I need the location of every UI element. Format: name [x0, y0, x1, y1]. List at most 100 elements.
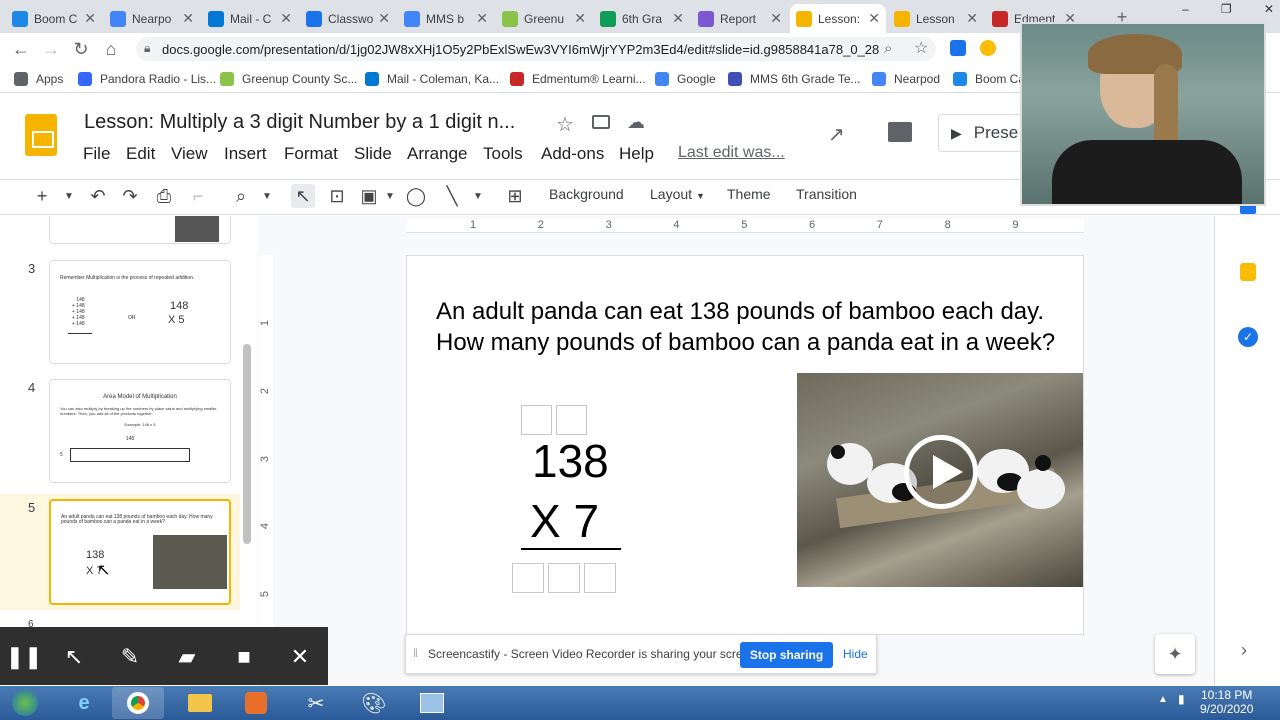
- webcam-overlay[interactable]: [1020, 22, 1266, 206]
- bookmark-item[interactable]: Boom Ca: [953, 70, 1025, 88]
- close-tab-icon[interactable]: ✕: [770, 10, 782, 27]
- stop-sharing-button[interactable]: Stop sharing: [740, 642, 833, 668]
- forward-icon[interactable]: →: [38, 36, 64, 62]
- zoom-icon[interactable]: ⌕: [884, 40, 892, 57]
- menu-arrange[interactable]: Arrange: [407, 144, 467, 164]
- bookmark-item[interactable]: Google: [655, 70, 716, 88]
- windows-start-icon[interactable]: [0, 687, 50, 719]
- menu-addons[interactable]: Add-ons: [541, 144, 604, 164]
- close-tab-icon[interactable]: ✕: [280, 10, 292, 27]
- close-tab-icon[interactable]: ✕: [476, 10, 488, 27]
- close-tab-icon[interactable]: ✕: [182, 10, 194, 27]
- layout-button[interactable]: Layout ▼: [650, 186, 705, 202]
- question-text[interactable]: An adult panda can eat 138 pounds of bam…: [436, 296, 1066, 358]
- theme-button[interactable]: Theme: [727, 186, 771, 202]
- transition-button[interactable]: Transition: [796, 186, 857, 202]
- address-bar[interactable]: 🔒︎ docs.google.com/presentation/d/1jg02J…: [136, 37, 936, 61]
- snipping-tool-icon[interactable]: ✂: [290, 687, 342, 719]
- zoom-dropdown-icon[interactable]: ▼: [255, 184, 279, 208]
- menu-slide[interactable]: Slide: [354, 144, 392, 164]
- minimize-icon[interactable]: –: [1182, 2, 1189, 18]
- internet-explorer-icon[interactable]: e: [58, 687, 110, 719]
- bookmark-item[interactable]: Greenup County Sc...: [220, 70, 357, 88]
- tasks-icon[interactable]: ✓: [1238, 327, 1258, 347]
- browser-tab[interactable]: MMS b ✕: [398, 4, 494, 33]
- bookmark-item[interactable]: Edmentum® Learni...: [510, 70, 646, 88]
- multiplicand[interactable]: 138: [532, 434, 609, 488]
- background-button[interactable]: Background: [549, 186, 624, 202]
- filmstrip-scrollbar[interactable]: [243, 344, 251, 544]
- keep-icon[interactable]: [1240, 263, 1256, 281]
- answer-box[interactable]: [548, 563, 580, 593]
- bookmark-star-icon[interactable]: ☆: [914, 38, 928, 58]
- line-icon[interactable]: ╲: [440, 184, 464, 208]
- regroup-box[interactable]: [556, 405, 587, 435]
- text-box-icon[interactable]: ⊡: [325, 184, 349, 208]
- control-panel-icon[interactable]: [406, 687, 458, 719]
- document-title[interactable]: Lesson: Multiply a 3 digit Number by a 1…: [84, 111, 515, 134]
- chrome-icon[interactable]: [112, 687, 164, 719]
- bookmark-item[interactable]: MMS 6th Grade Te...: [728, 70, 861, 88]
- browser-tab[interactable]: Classwo ✕: [300, 4, 396, 33]
- regroup-box[interactable]: [521, 405, 552, 435]
- browser-tab[interactable]: Greenu ✕: [496, 4, 592, 33]
- media-player-icon[interactable]: [230, 687, 282, 719]
- drag-handle-icon[interactable]: ‖: [413, 646, 418, 660]
- answer-box[interactable]: [512, 563, 544, 593]
- add-comment-icon[interactable]: ⊞: [503, 184, 527, 208]
- new-slide-dropdown-icon[interactable]: ▼: [57, 184, 81, 208]
- menu-tools[interactable]: Tools: [483, 144, 523, 164]
- camera-icon[interactable]: ■: [227, 640, 261, 674]
- browser-tab[interactable]: 6th Gra ✕: [594, 4, 690, 33]
- close-tab-icon[interactable]: ✕: [672, 10, 684, 27]
- comments-icon[interactable]: [888, 122, 912, 142]
- expand-panel-icon[interactable]: ›: [1241, 640, 1247, 661]
- close-window-icon[interactable]: ✕: [1264, 2, 1274, 18]
- home-icon[interactable]: ⌂: [98, 36, 124, 62]
- zoom-tool-icon[interactable]: ⌕: [229, 184, 253, 208]
- last-edit-link[interactable]: Last edit was...: [678, 144, 785, 162]
- move-folder-icon[interactable]: [592, 115, 610, 129]
- browser-tab[interactable]: Lesson ✕: [888, 4, 984, 33]
- bookmark-item[interactable]: Pandora Radio - Lis...: [78, 70, 216, 88]
- cloud-saved-icon[interactable]: ☁: [627, 112, 645, 133]
- menu-format[interactable]: Format: [284, 144, 338, 164]
- redo-icon[interactable]: ↷: [118, 184, 142, 208]
- network-icon[interactable]: ▮: [1178, 692, 1185, 706]
- play-icon[interactable]: [904, 435, 978, 509]
- browser-tab[interactable]: Lesson: ✕: [790, 4, 886, 33]
- close-tab-icon[interactable]: ✕: [868, 10, 880, 27]
- reload-icon[interactable]: ↻: [68, 36, 94, 62]
- file-explorer-icon[interactable]: [174, 687, 226, 719]
- close-tab-icon[interactable]: ✕: [574, 10, 586, 27]
- answer-box[interactable]: [584, 563, 616, 593]
- close-tab-icon[interactable]: ✕: [966, 10, 978, 27]
- close-icon[interactable]: ✕: [283, 640, 317, 674]
- line-dropdown-icon[interactable]: ▼: [466, 184, 490, 208]
- paint-format-icon[interactable]: ⌐: [186, 184, 210, 208]
- tray-arrow-icon[interactable]: ▲: [1158, 694, 1168, 705]
- menu-edit[interactable]: Edit: [126, 144, 155, 164]
- slide-thumbnail-3[interactable]: Remember Multiplication is the process o…: [49, 260, 231, 364]
- menu-view[interactable]: View: [171, 144, 208, 164]
- bookmark-item[interactable]: Mail - Coleman, Ka...: [365, 70, 499, 88]
- menu-help[interactable]: Help: [619, 144, 654, 164]
- browser-tab[interactable]: Mail - C ✕: [202, 4, 298, 33]
- print-icon[interactable]: ⎙: [152, 184, 176, 208]
- explore-icon[interactable]: ✦: [1155, 634, 1195, 674]
- extension-icon[interactable]: [980, 40, 996, 56]
- select-cursor-icon[interactable]: ↖: [291, 184, 315, 208]
- restore-icon[interactable]: ❐: [1221, 2, 1232, 18]
- pen-icon[interactable]: ✎: [113, 640, 147, 674]
- cursor-tool-icon[interactable]: ↖: [57, 640, 91, 674]
- system-clock[interactable]: 10:18 PM 9/20/2020: [1200, 688, 1253, 716]
- undo-icon[interactable]: ↶: [86, 184, 110, 208]
- shape-icon[interactable]: ◯: [404, 184, 428, 208]
- multiplier[interactable]: X 7: [530, 494, 599, 548]
- browser-tab[interactable]: Report ✕: [692, 4, 788, 33]
- menu-insert[interactable]: Insert: [224, 144, 267, 164]
- slide-thumbnail-2[interactable]: [49, 216, 231, 244]
- back-icon[interactable]: ←: [8, 36, 34, 62]
- slide-thumbnail-4[interactable]: Area Model of Multiplication You can als…: [49, 379, 231, 483]
- activity-trend-icon[interactable]: ↗: [828, 122, 845, 147]
